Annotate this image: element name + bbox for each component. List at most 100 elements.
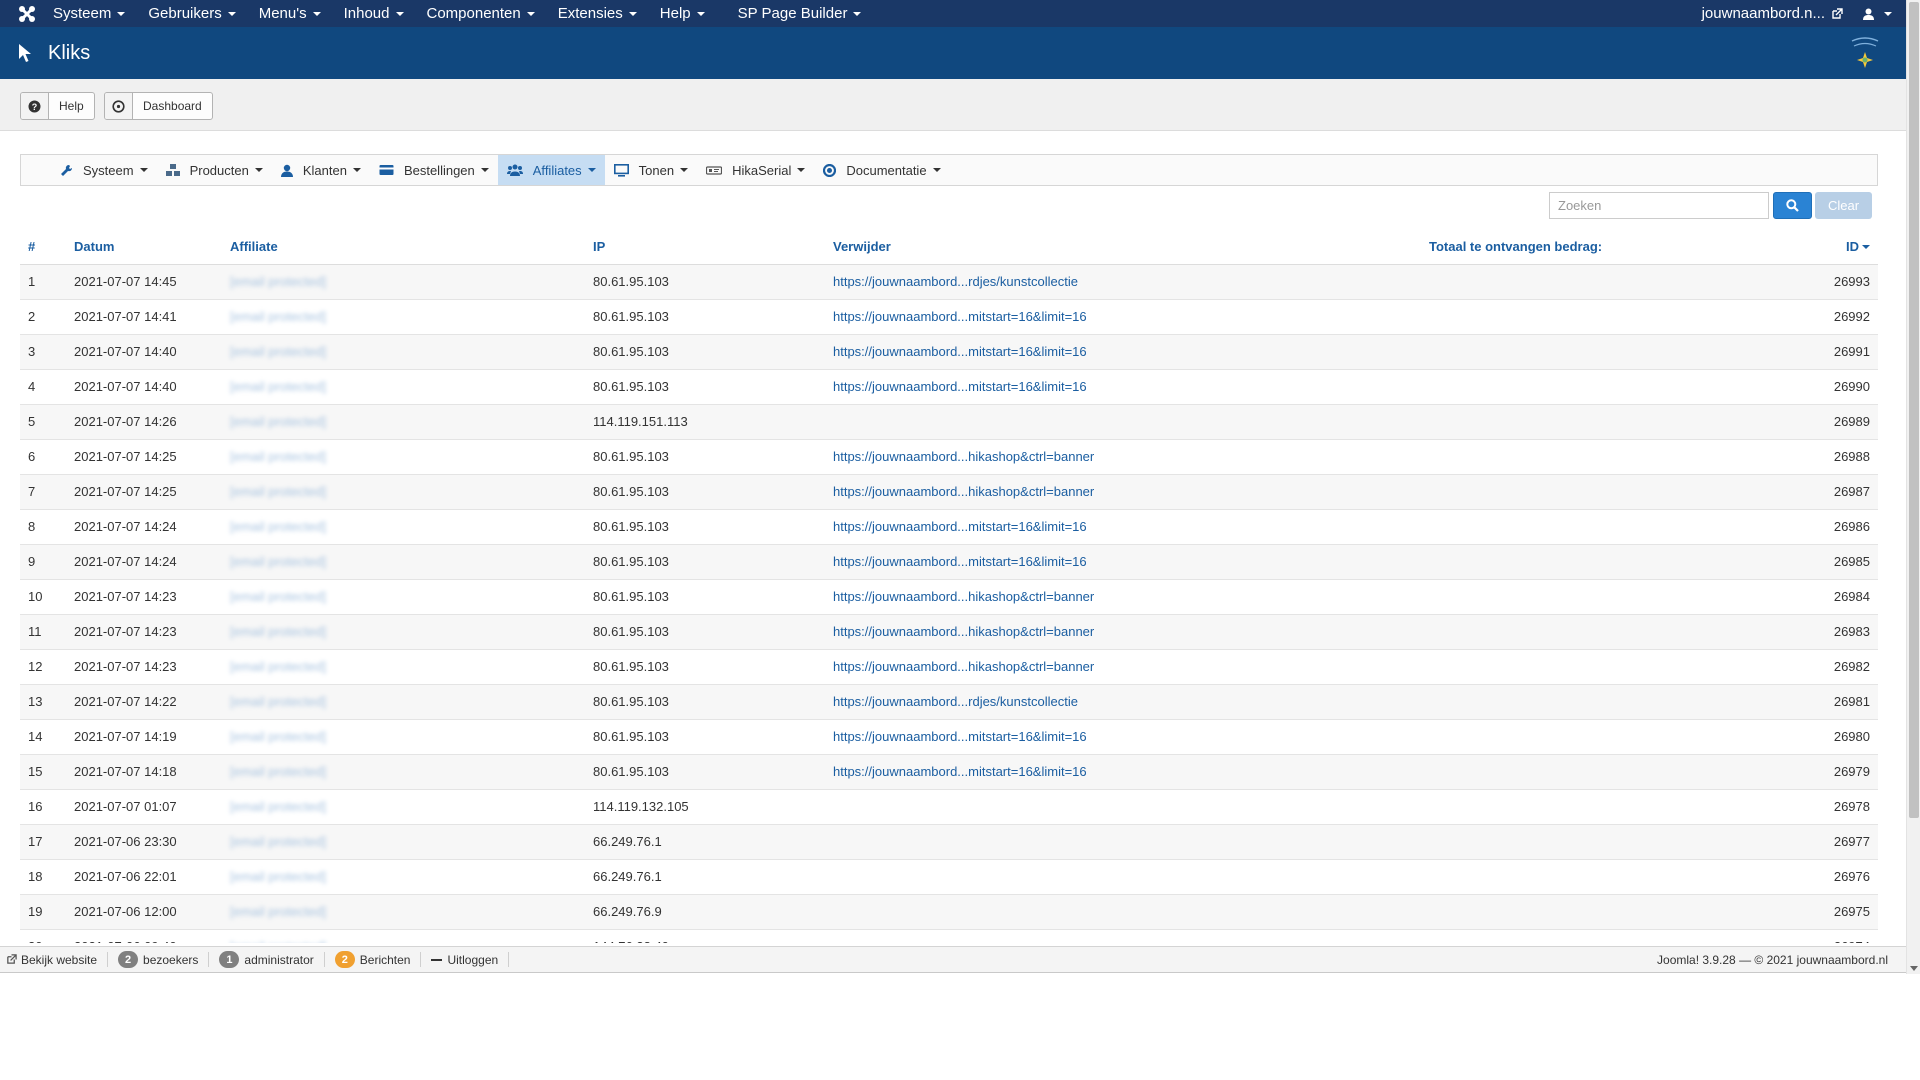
row-affiliate-email[interactable]: [email protected] [222, 683, 585, 719]
logout-link[interactable]: Uitloggen [421, 952, 510, 967]
row-referrer-link[interactable]: https://jouwnaambord...hikashop&ctrl=ban… [825, 613, 1421, 649]
row-referrer-link[interactable]: https://jouwnaambord...hikashop&ctrl=ban… [825, 648, 1421, 684]
topmenu-gebruikers[interactable]: Gebruikers [137, 0, 247, 27]
col-totaal[interactable]: Totaal te ontvangen bedrag: [1421, 229, 1796, 265]
topmenu-inhoud[interactable]: Inhoud [333, 0, 416, 27]
row-affiliate-email[interactable]: [email protected] [222, 928, 585, 943]
row-referrer-link-text[interactable]: https://jouwnaambord...mitstart=16&limit… [833, 379, 1087, 394]
row-referrer-link[interactable]: https://jouwnaambord...hikashop&ctrl=ban… [825, 438, 1421, 474]
row-referrer-link-text[interactable]: https://jouwnaambord...hikashop&ctrl=ban… [833, 589, 1094, 604]
admin-status[interactable]: 1 administrator [209, 951, 325, 968]
row-referrer-link[interactable]: https://jouwnaambord...mitstart=16&limit… [825, 543, 1421, 579]
submenu-hikaserial[interactable]: HikaSerial [697, 155, 814, 185]
row-affiliate-email-text[interactable]: [email protected] [230, 729, 326, 744]
messages-status[interactable]: 2 Berichten [325, 951, 422, 968]
search-button[interactable] [1773, 192, 1812, 219]
col-ip[interactable]: IP [585, 229, 825, 265]
row-affiliate-email[interactable]: [email protected] [222, 473, 585, 509]
row-affiliate-email[interactable]: [email protected] [222, 403, 585, 439]
user-menu[interactable] [1853, 8, 1906, 20]
view-site-link[interactable]: jouwnaambord.n... [1692, 5, 1853, 22]
row-affiliate-email[interactable]: [email protected] [222, 893, 585, 929]
row-referrer-link-text[interactable]: https://jouwnaambord...hikashop&ctrl=ban… [833, 449, 1094, 464]
dashboard-button[interactable]: Dashboard [104, 92, 213, 120]
row-referrer-link[interactable]: https://jouwnaambord...mitstart=16&limit… [825, 298, 1421, 334]
submenu-documentatie[interactable]: Documentatie [814, 155, 949, 185]
visitors-status[interactable]: 2 bezoekers [108, 951, 210, 968]
row-affiliate-email-text[interactable]: [email protected] [230, 519, 326, 534]
row-affiliate-email[interactable]: [email protected] [222, 438, 585, 474]
row-affiliate-email[interactable]: [email protected] [222, 333, 585, 369]
row-affiliate-email-text[interactable]: [email protected] [230, 274, 326, 289]
row-affiliate-email-text[interactable]: [email protected] [230, 309, 326, 324]
scroll-down-arrow-icon[interactable] [1910, 966, 1918, 971]
col-verwijder[interactable]: Verwijder [825, 229, 1421, 265]
row-referrer-link[interactable]: https://jouwnaambord...hikashop&ctrl=ban… [825, 578, 1421, 614]
row-referrer-link-text[interactable]: https://jouwnaambord...rdjes/kunstcollec… [833, 274, 1078, 289]
clear-button[interactable]: Clear [1815, 192, 1872, 219]
row-affiliate-email-text[interactable]: [email protected] [230, 834, 326, 849]
row-affiliate-email-text[interactable]: [email protected] [230, 869, 326, 884]
row-referrer-link[interactable]: https://jouwnaambord...rdjes/kunstcollec… [825, 683, 1421, 719]
row-affiliate-email[interactable]: [email protected] [222, 613, 585, 649]
row-affiliate-email[interactable]: [email protected] [222, 578, 585, 614]
row-affiliate-email-text[interactable]: [email protected] [230, 344, 326, 359]
submenu-affiliates[interactable]: Affiliates [497, 155, 605, 185]
row-affiliate-email-text[interactable]: [email protected] [230, 379, 326, 394]
row-referrer-link[interactable]: https://jouwnaambord...rdjes/kunstcollec… [825, 263, 1421, 299]
scrollbar-thumb[interactable] [1909, 2, 1919, 818]
row-referrer-link[interactable]: https://jouwnaambord...mitstart=16&limit… [825, 333, 1421, 369]
row-affiliate-email-text[interactable]: [email protected] [230, 694, 326, 709]
row-affiliate-email-text[interactable]: [email protected] [230, 799, 326, 814]
row-referrer-link-text[interactable]: https://jouwnaambord...hikashop&ctrl=ban… [833, 659, 1094, 674]
col-affiliate[interactable]: Affiliate [222, 229, 585, 265]
submenu-tonen[interactable]: Tonen [605, 155, 697, 185]
row-affiliate-email-text[interactable]: [email protected] [230, 589, 326, 604]
row-affiliate-email[interactable]: [email protected] [222, 543, 585, 579]
row-referrer-link-text[interactable]: https://jouwnaambord...mitstart=16&limit… [833, 344, 1087, 359]
topmenu-menu-s[interactable]: Menu's [248, 0, 333, 27]
search-input[interactable] [1549, 192, 1769, 219]
submenu-klanten[interactable]: Klanten [272, 155, 370, 185]
row-referrer-link[interactable]: https://jouwnaambord...mitstart=16&limit… [825, 718, 1421, 754]
row-referrer-link[interactable]: https://jouwnaambord...mitstart=16&limit… [825, 368, 1421, 404]
row-referrer-link[interactable]: https://jouwnaambord...hikashop&ctrl=ban… [825, 473, 1421, 509]
row-referrer-link-text[interactable]: https://jouwnaambord...rdjes/kunstcollec… [833, 694, 1078, 709]
row-affiliate-email-text[interactable]: [email protected] [230, 904, 326, 919]
row-affiliate-email[interactable]: [email protected] [222, 753, 585, 789]
topmenu-extensies[interactable]: Extensies [547, 0, 649, 27]
row-referrer-link-text[interactable]: https://jouwnaambord...mitstart=16&limit… [833, 729, 1087, 744]
topmenu-sp-page-builder[interactable]: SP Page Builder [727, 0, 874, 27]
help-button[interactable]: ? Help [20, 92, 95, 120]
row-affiliate-email-text[interactable]: [email protected] [230, 659, 326, 674]
row-referrer-link-text[interactable]: https://jouwnaambord...mitstart=16&limit… [833, 519, 1087, 534]
row-affiliate-email[interactable]: [email protected] [222, 368, 585, 404]
row-referrer-link-text[interactable]: https://jouwnaambord...hikashop&ctrl=ban… [833, 484, 1094, 499]
row-referrer-link-text[interactable]: https://jouwnaambord...mitstart=16&limit… [833, 309, 1087, 324]
row-referrer-link[interactable]: https://jouwnaambord...mitstart=16&limit… [825, 753, 1421, 789]
row-referrer-link-text[interactable]: https://jouwnaambord...mitstart=16&limit… [833, 764, 1087, 779]
row-affiliate-email-text[interactable]: [email protected] [230, 939, 326, 943]
submenu-systeem[interactable]: Systeem [51, 155, 157, 185]
col-datum[interactable]: Datum [66, 229, 222, 265]
row-affiliate-email-text[interactable]: [email protected] [230, 554, 326, 569]
row-referrer-link-text[interactable]: https://jouwnaambord...hikashop&ctrl=ban… [833, 624, 1094, 639]
row-affiliate-email[interactable]: [email protected] [222, 718, 585, 754]
row-affiliate-email-text[interactable]: [email protected] [230, 414, 326, 429]
page-scrollbar[interactable] [1906, 0, 1920, 974]
row-affiliate-email[interactable]: [email protected] [222, 263, 585, 299]
row-affiliate-email-text[interactable]: [email protected] [230, 624, 326, 639]
row-affiliate-email[interactable]: [email protected] [222, 508, 585, 544]
topmenu-systeem[interactable]: Systeem [42, 0, 137, 27]
row-affiliate-email[interactable]: [email protected] [222, 823, 585, 859]
col-id[interactable]: ID [1796, 229, 1878, 265]
submenu-bestellingen[interactable]: Bestellingen [370, 155, 498, 185]
row-affiliate-email-text[interactable]: [email protected] [230, 449, 326, 464]
joomla-logo-icon[interactable] [12, 0, 42, 27]
row-affiliate-email-text[interactable]: [email protected] [230, 484, 326, 499]
topmenu-componenten[interactable]: Componenten [416, 0, 547, 27]
row-affiliate-email[interactable]: [email protected] [222, 298, 585, 334]
row-referrer-link[interactable]: https://jouwnaambord...mitstart=16&limit… [825, 508, 1421, 544]
submenu-producten[interactable]: Producten [157, 155, 272, 185]
view-site-status-link[interactable]: Bekijk website [0, 952, 109, 967]
